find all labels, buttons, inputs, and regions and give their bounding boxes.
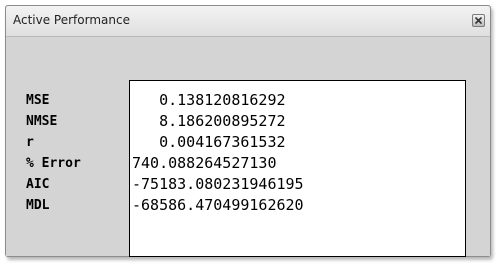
metric-values-box: 0.138120816292 8.186200895272 0.00416736… — [129, 80, 466, 257]
metric-value-mse: 0.138120816292 — [132, 91, 286, 109]
active-performance-window: Active Performance MSE NMSE r % Error AI… — [5, 5, 491, 257]
metric-value-nmse: 8.186200895272 — [132, 112, 286, 130]
title-bar[interactable]: Active Performance — [6, 6, 490, 37]
metric-values: 0.138120816292 8.186200895272 0.00416736… — [132, 90, 304, 216]
metric-value-mdl: -68586.470499162620 — [132, 196, 304, 214]
metric-value-error: 740.088264527130 — [132, 154, 277, 172]
metric-label-r: r — [26, 135, 34, 150]
metric-value-r: 0.004167361532 — [132, 133, 286, 151]
close-icon — [475, 17, 482, 24]
metric-label-mdl: MDL — [26, 198, 50, 213]
window-content: MSE NMSE r % Error AIC MDL 0.13812081629… — [6, 37, 490, 257]
metric-label-aic: AIC — [26, 177, 50, 192]
close-button[interactable] — [472, 14, 485, 27]
metric-label-mse: MSE — [26, 93, 50, 108]
metric-label-error: % Error — [26, 156, 81, 171]
metric-value-aic: -75183.080231946195 — [132, 175, 304, 193]
metric-label-nmse: NMSE — [26, 114, 58, 129]
window-title: Active Performance — [13, 13, 130, 27]
metric-labels: MSE NMSE r % Error AIC MDL — [26, 90, 81, 216]
